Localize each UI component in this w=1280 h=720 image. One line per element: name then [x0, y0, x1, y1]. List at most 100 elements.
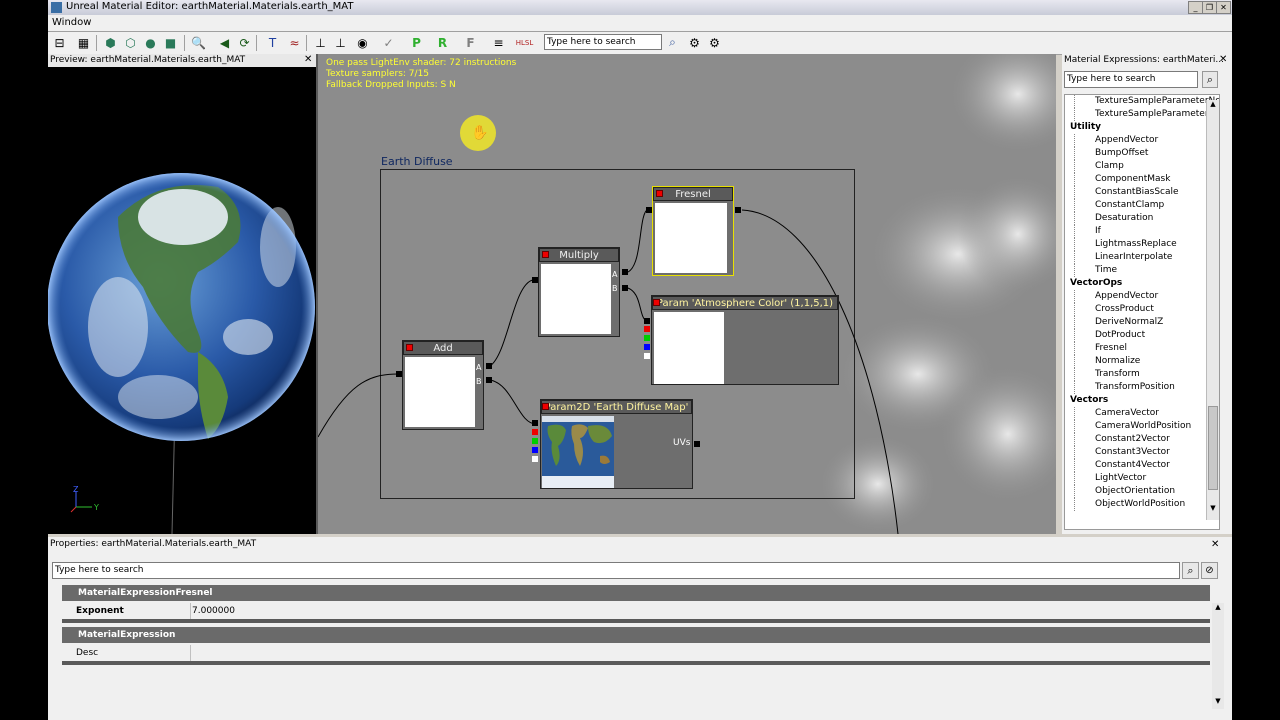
scroll-up-icon[interactable]: ▲: [1212, 603, 1224, 611]
fresnel-output-pin[interactable]: [735, 207, 741, 213]
preview-toggle-icon[interactable]: [406, 344, 413, 351]
multiply-node[interactable]: Multiply A B: [538, 247, 620, 337]
scroll-up-icon[interactable]: ▲: [1208, 100, 1218, 110]
fresnel-input-pin[interactable]: [646, 207, 652, 213]
move-icon[interactable]: ⊥: [312, 34, 329, 51]
hlsl-icon[interactable]: HLSL: [516, 34, 534, 51]
section-material-expression-fresnel[interactable]: MaterialExpressionFresnel: [62, 585, 1210, 601]
preview-p-icon[interactable]: P: [408, 34, 425, 51]
add-node[interactable]: Add A B: [402, 340, 484, 430]
preview-viewport[interactable]: Z Y: [48, 67, 316, 534]
expressions-tree[interactable]: TextureSampleParameterNorm TextureSampleP…: [1064, 94, 1220, 530]
add-node-title[interactable]: Add: [403, 341, 483, 355]
expression-item[interactable]: DeriveNormalZ: [1074, 316, 1219, 329]
expression-item[interactable]: AppendVector: [1074, 134, 1219, 147]
expression-item[interactable]: AppendVector: [1074, 290, 1219, 303]
find-icon[interactable]: 🔍: [190, 34, 207, 51]
texture-node-title[interactable]: Param2D 'Earth Diffuse Map': [541, 400, 692, 414]
add-input-b-pin[interactable]: [486, 377, 492, 383]
tex-output-pin[interactable]: [532, 420, 538, 426]
exponent-row[interactable]: Exponent 7.000000: [62, 603, 1210, 619]
search-go-icon[interactable]: ⌕: [664, 34, 681, 51]
scroll-down-icon[interactable]: ▼: [1208, 504, 1218, 514]
expression-item[interactable]: TextureSampleParameterNorm: [1074, 95, 1219, 108]
atmos-r-pin[interactable]: [644, 326, 650, 332]
properties-search-input[interactable]: Type here to search: [52, 562, 1180, 579]
grid-icon[interactable]: ▦: [75, 34, 92, 51]
expressions-close-icon[interactable]: ✕: [1219, 54, 1227, 65]
fresnel-node-title[interactable]: Fresnel: [653, 187, 733, 201]
text-align-icon[interactable]: ≡: [490, 34, 507, 51]
expression-item[interactable]: Normalize: [1074, 355, 1219, 368]
expression-item[interactable]: CameraWorldPosition: [1074, 420, 1219, 433]
expression-item[interactable]: CameraVector: [1074, 407, 1219, 420]
atmosphere-node-title[interactable]: Param 'Atmosphere Color' (1,1,5,1): [652, 296, 838, 310]
sphere-icon[interactable]: ●: [142, 34, 159, 51]
atmosphere-color-node[interactable]: Param 'Atmosphere Color' (1,1,5,1): [651, 295, 839, 385]
earth-diffuse-texture-node[interactable]: Param2D 'Earth Diffuse Map' UVs: [540, 399, 693, 489]
expression-item[interactable]: Time: [1074, 264, 1219, 277]
multiply-input-b-pin[interactable]: [622, 285, 628, 291]
properties-close-icon[interactable]: ✕: [1211, 539, 1219, 550]
preview-toggle-icon[interactable]: [542, 403, 549, 410]
expression-item[interactable]: Constant2Vector: [1074, 433, 1219, 446]
expression-item[interactable]: Clamp: [1074, 160, 1219, 173]
expressions-scrollbar[interactable]: ▲ ▼: [1206, 100, 1219, 520]
preview-toggle-icon[interactable]: [656, 190, 663, 197]
search-icon[interactable]: ⌕: [1202, 71, 1218, 88]
back-arrow-icon[interactable]: ◀: [216, 34, 233, 51]
preview-toggle-icon[interactable]: [542, 251, 549, 258]
cube-icon[interactable]: ⬡: [122, 34, 139, 51]
refresh-icon[interactable]: ⟳: [236, 34, 253, 51]
texture-uvs-pin[interactable]: [694, 441, 700, 447]
expression-item[interactable]: ObjectOrientation: [1074, 485, 1219, 498]
search-icon[interactable]: ⌕: [1182, 562, 1199, 579]
scroll-down-icon[interactable]: ▼: [1212, 697, 1224, 705]
stats-icon[interactable]: T: [264, 34, 281, 51]
expression-item[interactable]: If: [1074, 225, 1219, 238]
tex-r-pin[interactable]: [532, 429, 538, 435]
home-icon[interactable]: ⊟: [51, 34, 68, 51]
multiply-node-title[interactable]: Multiply: [539, 248, 619, 262]
align-icon[interactable]: ⊥: [332, 34, 349, 51]
fresnel-node[interactable]: Fresnel: [652, 186, 734, 276]
fallback-f-icon[interactable]: F: [462, 34, 479, 51]
expression-item[interactable]: ConstantBiasScale: [1074, 186, 1219, 199]
maximize-button[interactable]: ❐: [1202, 1, 1217, 14]
expressions-search-input[interactable]: Type here to search: [1064, 71, 1198, 88]
exponent-value[interactable]: 7.000000: [192, 603, 235, 619]
desc-row[interactable]: Desc: [62, 645, 1210, 661]
eye-icon[interactable]: ◉: [354, 34, 371, 51]
clear-search-icon[interactable]: ⊘: [1201, 562, 1218, 579]
multiply-output-pin[interactable]: [532, 277, 538, 283]
realtime-r-icon[interactable]: R: [434, 34, 451, 51]
menu-window[interactable]: Window: [52, 17, 91, 28]
expression-item[interactable]: LinearInterpolate: [1074, 251, 1219, 264]
expression-item[interactable]: ConstantClamp: [1074, 199, 1219, 212]
expression-item[interactable]: ComponentMask: [1074, 173, 1219, 186]
section-material-expression[interactable]: MaterialExpression: [62, 627, 1210, 643]
toolbar-search-input[interactable]: Type here to search: [544, 34, 662, 50]
atmos-a-pin[interactable]: [644, 353, 650, 359]
expression-item[interactable]: TransformPosition: [1074, 381, 1219, 394]
search-prev-icon[interactable]: ⚙: [686, 34, 703, 51]
minimize-button[interactable]: _: [1188, 1, 1203, 14]
expression-category[interactable]: VectorOps: [1065, 277, 1219, 290]
expression-category[interactable]: Utility: [1065, 121, 1219, 134]
expression-item[interactable]: ObjectWorldPosition: [1074, 498, 1219, 511]
preview-close-icon[interactable]: ✕: [304, 54, 312, 65]
expression-item[interactable]: Constant3Vector: [1074, 446, 1219, 459]
scrollbar-thumb[interactable]: [1208, 406, 1218, 490]
preview-toggle-icon[interactable]: [653, 299, 660, 306]
expression-item[interactable]: Transform: [1074, 368, 1219, 381]
expression-item[interactable]: CrossProduct: [1074, 303, 1219, 316]
tex-b-pin[interactable]: [532, 447, 538, 453]
expression-item[interactable]: TextureSampleParameterSubU: [1074, 108, 1219, 121]
expression-item[interactable]: Constant4Vector: [1074, 459, 1219, 472]
atmos-output-pin[interactable]: [644, 318, 650, 324]
expression-category[interactable]: Vectors: [1065, 394, 1219, 407]
search-next-icon[interactable]: ⚙: [706, 34, 723, 51]
close-button[interactable]: ✕: [1216, 1, 1231, 14]
plane-icon[interactable]: ■: [162, 34, 179, 51]
atmos-g-pin[interactable]: [644, 335, 650, 341]
